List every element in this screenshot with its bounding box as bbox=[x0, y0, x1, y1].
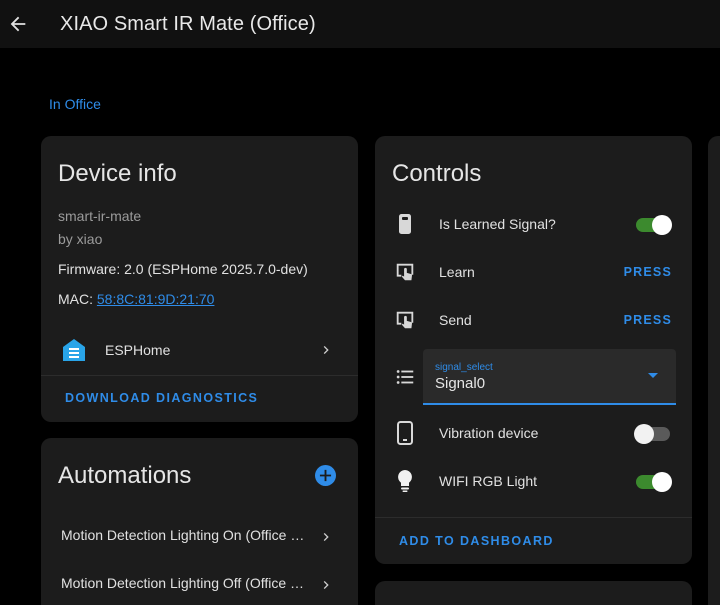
controls-title: Controls bbox=[392, 160, 482, 187]
card-divider bbox=[41, 375, 358, 376]
toggle-knob bbox=[652, 472, 672, 492]
integration-row-esphome[interactable]: ESPHome bbox=[41, 333, 358, 367]
control-row-rgb-light: WIFI RGB Light bbox=[375, 461, 692, 501]
controls-card: Controls Is Learned Signal? Learn PRESS bbox=[375, 136, 692, 564]
automation-item[interactable]: Motion Detection Lighting On (Office D..… bbox=[41, 516, 358, 556]
learn-press-button[interactable]: PRESS bbox=[624, 265, 672, 279]
toggle-knob bbox=[652, 215, 672, 235]
add-to-dashboard-button[interactable]: ADD TO DASHBOARD bbox=[399, 534, 554, 548]
select-floating-label: signal_select bbox=[435, 362, 493, 373]
add-automation-button[interactable] bbox=[315, 465, 336, 486]
mac-info: MAC: 58:8C:81:9D:21:70 bbox=[58, 291, 214, 307]
top-app-bar: XIAO Smart IR Mate (Office) bbox=[0, 0, 720, 48]
control-label: Learn bbox=[439, 264, 475, 280]
chevron-right-icon bbox=[323, 346, 329, 354]
page-title: XIAO Smart IR Mate (Office) bbox=[60, 12, 316, 35]
right-column-card-edge bbox=[708, 136, 720, 605]
mac-address-link[interactable]: 58:8C:81:9D:21:70 bbox=[97, 291, 215, 307]
gesture-tap-button-icon bbox=[393, 308, 417, 332]
mac-label: MAC: bbox=[58, 291, 97, 307]
control-label: WIFI RGB Light bbox=[439, 473, 538, 489]
area-link[interactable]: In Office bbox=[49, 96, 101, 112]
automation-item-label: Motion Detection Lighting On (Office D..… bbox=[61, 527, 311, 543]
vibration-toggle[interactable] bbox=[634, 424, 672, 444]
back-button[interactable] bbox=[4, 10, 32, 38]
learned-signal-toggle[interactable] bbox=[634, 215, 672, 235]
format-list-bulleted-icon bbox=[393, 365, 417, 389]
plus-icon bbox=[319, 469, 332, 482]
control-row-send: Send PRESS bbox=[375, 300, 692, 340]
control-label: Is Learned Signal? bbox=[439, 216, 556, 232]
automations-title: Automations bbox=[58, 462, 192, 489]
device-info-card: Device info smart-ir-mate by xiao Firmwa… bbox=[41, 136, 358, 422]
control-label: Vibration device bbox=[439, 425, 539, 441]
control-row-learn: Learn PRESS bbox=[375, 252, 692, 292]
next-card-edge bbox=[375, 581, 692, 605]
integration-label: ESPHome bbox=[105, 342, 171, 358]
control-label: Send bbox=[439, 312, 472, 328]
control-row-vibration: Vibration device bbox=[375, 413, 692, 453]
arrow-left-icon bbox=[10, 16, 26, 32]
control-row-learned-signal: Is Learned Signal? bbox=[375, 204, 692, 244]
device-info-title: Device info bbox=[58, 160, 177, 187]
caret-down-icon bbox=[648, 373, 658, 378]
chevron-right-icon bbox=[323, 581, 329, 589]
lightbulb-icon bbox=[393, 469, 417, 493]
card-divider bbox=[375, 517, 692, 518]
esphome-logo-icon bbox=[63, 339, 85, 361]
select-value: Signal0 bbox=[435, 375, 486, 392]
send-press-button[interactable]: PRESS bbox=[624, 313, 672, 327]
automations-card: Automations Motion Detection Lighting On… bbox=[41, 438, 358, 605]
cellphone-icon bbox=[393, 421, 417, 445]
device-model: smart-ir-mate bbox=[58, 208, 142, 224]
automation-item[interactable]: Motion Detection Lighting Off (Office D.… bbox=[41, 564, 358, 604]
automation-item-label: Motion Detection Lighting Off (Office D.… bbox=[61, 575, 311, 591]
download-diagnostics-button[interactable]: DOWNLOAD DIAGNOSTICS bbox=[65, 391, 258, 405]
remote-icon bbox=[393, 212, 417, 236]
rgb-light-toggle[interactable] bbox=[634, 472, 672, 492]
firmware-info: Firmware: 2.0 (ESPHome 2025.7.0-dev) bbox=[58, 261, 308, 277]
device-manufacturer: by xiao bbox=[58, 231, 103, 247]
signal-select-dropdown[interactable]: signal_select Signal0 bbox=[423, 349, 676, 405]
toggle-knob bbox=[634, 424, 654, 444]
chevron-right-icon bbox=[323, 533, 329, 541]
gesture-tap-button-icon bbox=[393, 260, 417, 284]
